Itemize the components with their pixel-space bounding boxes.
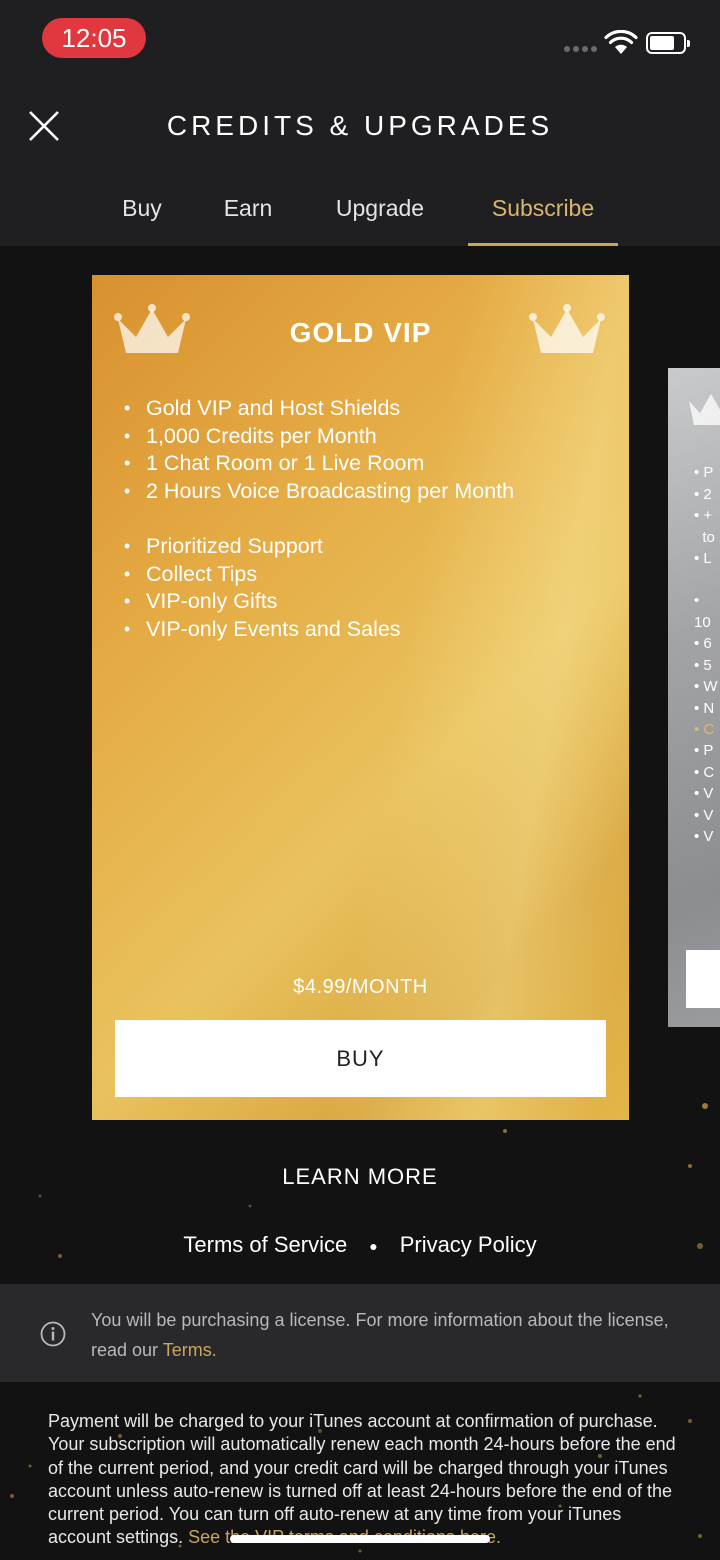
feature-item: • N (694, 699, 715, 717)
feature-item: Collect Tips (124, 561, 401, 589)
active-tab-indicator (468, 243, 618, 246)
status-time: 12:05 (42, 18, 146, 58)
feature-item: VIP-only Events and Sales (124, 616, 401, 644)
feature-item: • L (694, 550, 712, 567)
feature-item: • P (694, 464, 714, 481)
feature-list: Prioritized Support Collect Tips VIP-onl… (124, 533, 401, 643)
feature-item: to (702, 528, 715, 546)
tab-bar: Buy Earn Upgrade Subscribe (0, 186, 720, 246)
next-card-features: • P • 2 • + to • L (694, 462, 715, 570)
page-title: CREDITS & UPGRADES (166, 110, 554, 141)
feature-item: • C (694, 721, 715, 738)
home-indicator (230, 1535, 490, 1543)
feature-item: 2 Hours Voice Broadcasting per Month (124, 478, 514, 506)
feature-item: • V (694, 828, 714, 845)
feature-item: • C (694, 763, 715, 781)
feature-item: 1,000 Credits per Month (124, 423, 514, 451)
buy-button[interactable]: BUY (115, 1020, 606, 1097)
crown-icon (689, 394, 720, 425)
feature-item: • P (694, 742, 714, 759)
tab-upgrade[interactable]: Upgrade (326, 186, 434, 246)
feature-item: Prioritized Support (124, 533, 401, 561)
info-icon (40, 1321, 66, 1347)
terms-link[interactable]: Terms. (163, 1340, 217, 1360)
tab-buy[interactable]: Buy (112, 186, 172, 246)
feature-item: • 10 (694, 592, 711, 631)
gold-vip-card: GOLD VIP Gold VIP and Host Shields 1,000… (92, 275, 629, 1120)
wifi-icon (604, 30, 638, 54)
feature-item: • W (694, 678, 718, 695)
feature-list: Gold VIP and Host Shields 1,000 Credits … (124, 395, 514, 505)
next-plan-card[interactable]: • P • 2 • + to • L • 10 • 6 • 5 • W • N … (668, 368, 720, 1027)
legal-links: Terms of Service ● Privacy Policy (0, 1232, 720, 1258)
status-bar: 12:05 (0, 0, 720, 80)
feature-item: • V (694, 806, 714, 824)
separator-dot: ● (369, 1238, 378, 1255)
cellular-signal-icon (564, 46, 597, 52)
learn-more-link[interactable]: LEARN MORE (0, 1164, 720, 1190)
license-info-text: You will be purchasing a license. For mo… (91, 1310, 669, 1360)
feature-item: • 6 (694, 635, 712, 652)
feature-item: • + (694, 507, 713, 524)
feature-item: VIP-only Gifts (124, 588, 401, 616)
terms-of-service-link[interactable]: Terms of Service (183, 1232, 347, 1257)
price-label: $4.99/MONTH (293, 976, 428, 998)
tab-earn[interactable]: Earn (214, 186, 282, 246)
payment-disclosure: Payment will be charged to your iTunes a… (48, 1411, 676, 1548)
next-card-features: • P • C • V • V • V (694, 740, 714, 848)
license-info-box: You will be purchasing a license. For mo… (0, 1284, 720, 1382)
card-title: GOLD VIP (289, 317, 432, 348)
next-card-buy-button[interactable] (686, 950, 720, 1008)
feature-item: Gold VIP and Host Shields (124, 395, 514, 423)
privacy-policy-link[interactable]: Privacy Policy (400, 1232, 537, 1257)
header: CREDITS & UPGRADES Buy Earn Upgrade Subs… (0, 80, 720, 246)
tab-subscribe[interactable]: Subscribe (470, 186, 616, 246)
feature-item: • 5 (694, 656, 712, 674)
battery-icon (646, 32, 690, 54)
next-card-features: • 10 • 6 • 5 • W • N • C (694, 590, 720, 741)
feature-item: • V (694, 785, 714, 802)
feature-item: 1 Chat Room or 1 Live Room (124, 450, 514, 478)
feature-item: • 2 (694, 485, 712, 503)
